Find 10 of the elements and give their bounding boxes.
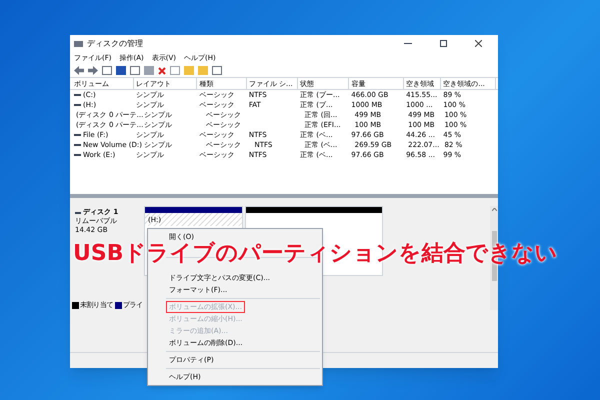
panel-icon[interactable] <box>130 66 140 75</box>
forward-icon[interactable] <box>88 66 98 75</box>
window-title: ディスクの管理 <box>87 38 143 50</box>
maximize-icon[interactable] <box>440 40 447 47</box>
delete-icon[interactable] <box>158 66 166 74</box>
panel-icon[interactable] <box>212 66 222 75</box>
panel-icon[interactable] <box>102 66 112 75</box>
back-icon[interactable] <box>74 66 84 75</box>
scroll-up-icon[interactable] <box>492 208 496 211</box>
close-icon[interactable] <box>475 40 482 47</box>
